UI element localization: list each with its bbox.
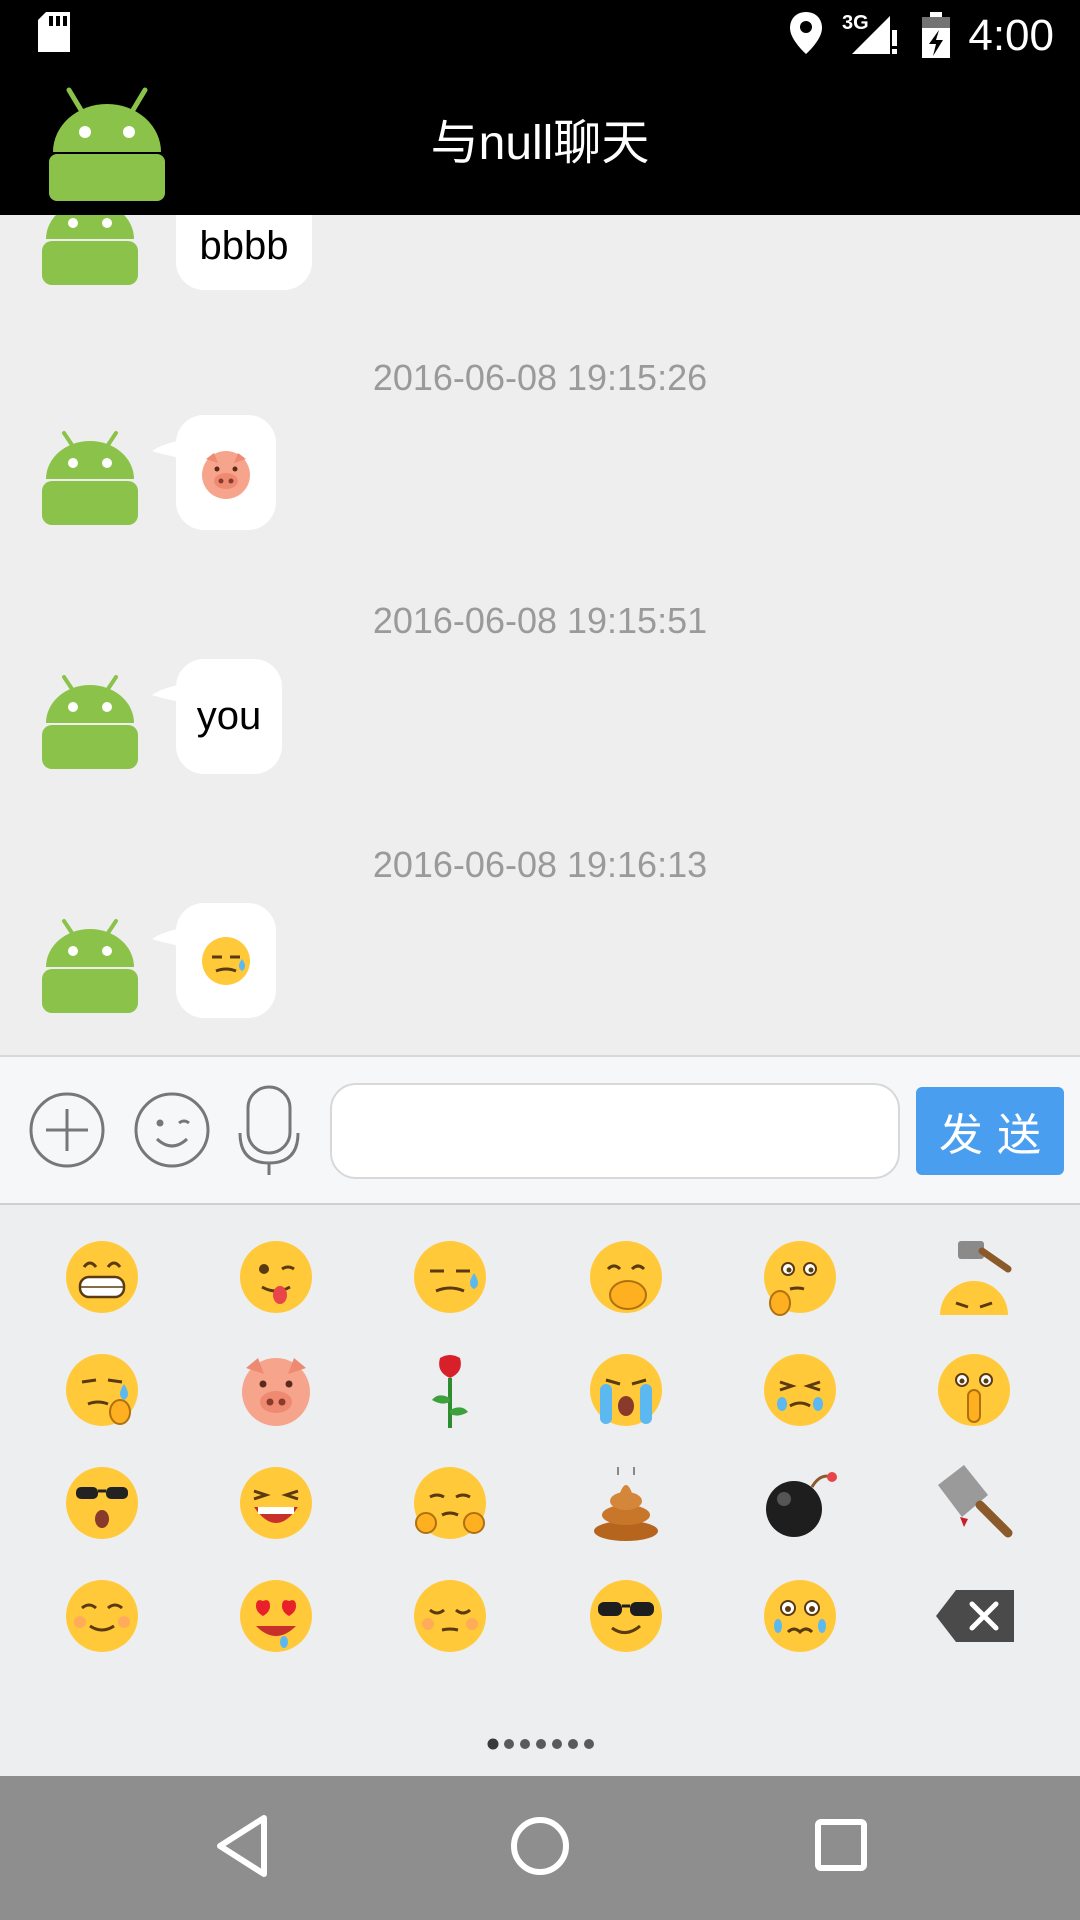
emoji-icon[interactable] [133,1091,211,1169]
signal-icon [852,16,897,54]
message-timestamp: 2016-06-08 19:16:13 [372,844,708,885]
avatar[interactable] [40,671,140,771]
shy-crying-emoji-icon[interactable] [760,1350,840,1430]
cool-surprised-emoji-icon[interactable] [62,1463,142,1543]
avatar[interactable] [40,427,140,527]
avatar[interactable] [40,915,140,1015]
page-indicator [487,1738,594,1750]
thinking-emoji-icon[interactable] [760,1237,840,1317]
sleepy-emoji-icon[interactable] [410,1576,490,1656]
heart-eyes-emoji-icon[interactable] [236,1576,316,1656]
pig-emoji-icon [202,451,250,499]
message-timestamp: 2016-06-08 19:15:26 [372,357,708,398]
home-icon[interactable] [510,1816,570,1876]
message-bubble[interactable]: you [152,659,282,774]
sweat-emoji-icon [202,937,250,985]
page-title: 与null聊天 [430,117,650,170]
recents-icon[interactable] [814,1818,868,1872]
cleaver-emoji-icon[interactable] [934,1463,1014,1543]
message-timestamp: 2016-06-08 19:15:51 [372,600,708,641]
message-list[interactable]: bbbb 2016-06-08 19:15:26 2016-06-08 19:1… [0,215,1080,1055]
sunglasses-emoji-icon[interactable] [586,1576,666,1656]
worried-crying-emoji-icon[interactable] [760,1576,840,1656]
bubble-tail [152,927,190,949]
message-bubble[interactable] [152,415,276,530]
message-text: you [196,694,262,738]
battery-icon [922,12,950,58]
bomb-emoji-icon[interactable] [760,1463,840,1543]
location-icon [790,12,822,54]
backspace-icon[interactable] [934,1586,1018,1646]
rose-emoji-icon[interactable] [410,1350,490,1430]
hammer-head-emoji-icon[interactable] [934,1237,1014,1317]
back-icon[interactable] [214,1814,270,1878]
loud-crying-emoji-icon[interactable] [586,1350,666,1430]
laughing-emoji-icon[interactable] [236,1463,316,1543]
emoji-panel [0,1205,1080,1775]
pig-emoji-icon[interactable] [236,1350,316,1430]
input-bar: 发送 [0,1055,1080,1205]
giggle-emoji-icon[interactable] [586,1237,666,1317]
clock: 4:00 [968,11,1054,60]
avatar[interactable] [40,215,140,287]
message-input[interactable] [330,1083,900,1179]
sneaky-emoji-icon[interactable] [410,1463,490,1543]
send-button[interactable]: 发送 [916,1087,1064,1175]
sweat-annoyed-emoji-icon[interactable] [410,1237,490,1317]
smile-emoji-icon[interactable] [62,1576,142,1656]
grin-emoji-icon[interactable] [62,1237,142,1317]
status-bar: 3G 4:00 [0,0,1080,72]
message-text: bbbb [199,224,289,268]
shush-emoji-icon[interactable] [934,1350,1014,1430]
message-bubble[interactable] [152,903,276,1018]
tongue-wink-emoji-icon[interactable] [236,1237,316,1317]
bubble-tail [152,439,190,461]
navigation-bar [0,1776,1080,1920]
wipe-sweat-emoji-icon[interactable] [62,1350,142,1430]
microphone-icon[interactable] [236,1085,302,1177]
message-bubble[interactable]: bbbb [176,215,312,290]
sd-card-icon [38,12,70,52]
add-icon[interactable] [28,1091,106,1169]
poop-emoji-icon[interactable] [586,1463,666,1543]
app-bar: 与null聊天 [0,72,1080,215]
